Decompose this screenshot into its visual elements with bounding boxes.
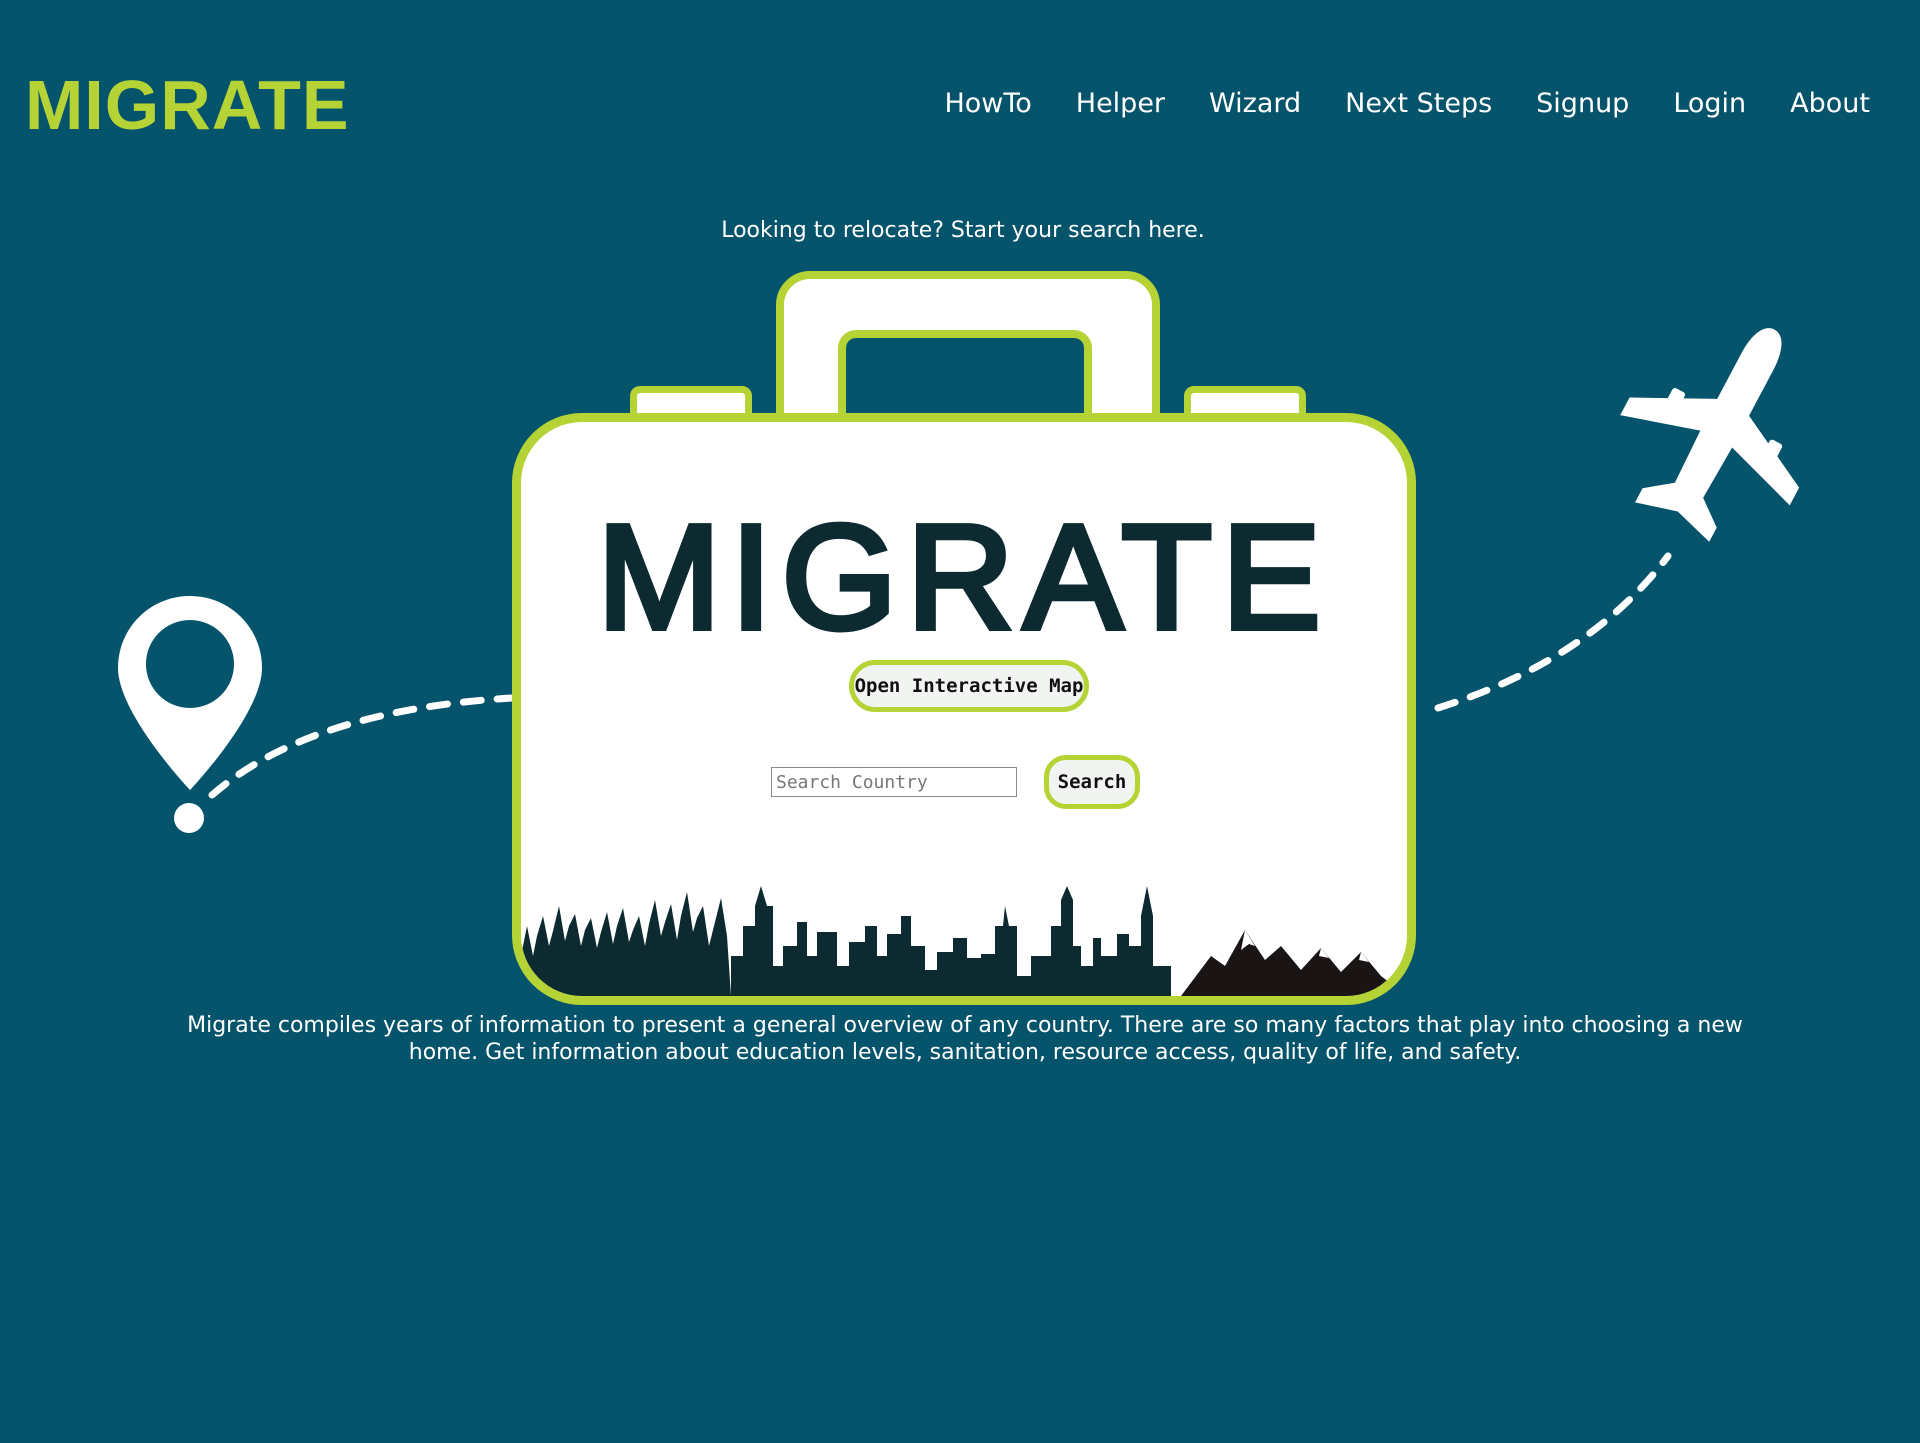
page: MIGRATE HowTo Helper Wizard Next Steps S… [0,0,1920,1443]
suitcase-title: MIGRATE [594,495,1331,660]
open-interactive-map-button[interactable]: Open Interactive Map [849,660,1089,712]
search-button[interactable]: Search [1044,755,1140,809]
airplane-icon [1620,328,1800,542]
skyline-illustration [521,886,1407,996]
search-country-input[interactable] [771,767,1017,797]
location-pin-icon [118,596,262,833]
site-description: Migrate compiles years of information to… [187,1013,1743,1065]
suitcase-panel: MIGRATE Open Interactive Map Search [512,413,1416,1005]
